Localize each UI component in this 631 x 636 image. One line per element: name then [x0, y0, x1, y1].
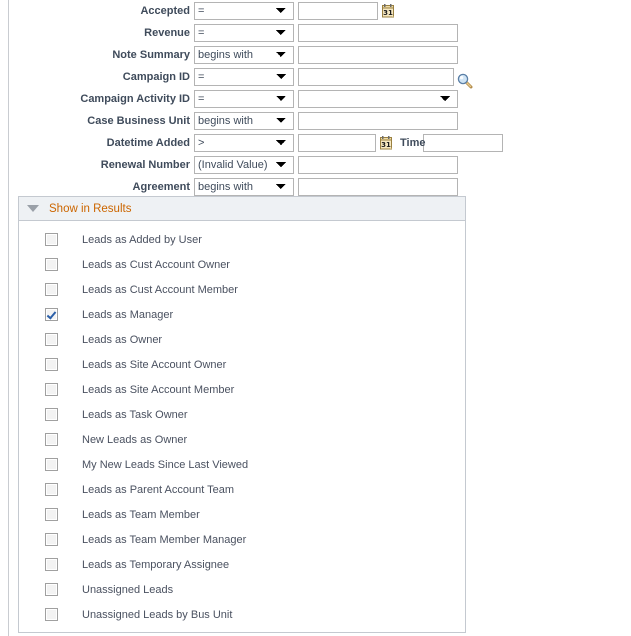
checkbox[interactable] — [45, 558, 58, 571]
checkbox-label: Leads as Team Member — [82, 508, 200, 521]
checkbox-label: Leads as Site Account Member — [82, 383, 235, 396]
checkbox-label: Leads as Cust Account Owner — [82, 258, 230, 271]
show-in-results-item[interactable]: Leads as Site Account Owner — [19, 352, 465, 377]
criteria-label: Agreement — [132, 181, 190, 193]
criteria-row: Agreement =not =>>=<<=begins withcontains… — [0, 176, 631, 198]
checkbox[interactable] — [45, 608, 58, 621]
checkbox[interactable] — [45, 408, 58, 421]
checkbox[interactable] — [45, 283, 58, 296]
checkbox-label: Leads as Manager — [82, 308, 174, 321]
checkbox-label: Leads as Task Owner — [82, 408, 188, 421]
magnifier-icon[interactable] — [457, 73, 473, 89]
criteria-label: Note Summary — [112, 49, 190, 61]
value-input-8[interactable] — [298, 178, 458, 196]
criteria-label: Campaign ID — [122, 71, 190, 83]
criteria-row: Accepted =not =>>=<<=begins withcontainsb… — [0, 0, 631, 22]
time-label: Time — [400, 137, 426, 149]
show-in-results-item[interactable]: Leads as Temporary Assignee — [19, 552, 465, 577]
value-select-4[interactable] — [298, 90, 458, 108]
checkbox-label: Leads as Temporary Assignee — [82, 558, 230, 571]
checkbox[interactable] — [45, 533, 58, 546]
checkbox-label: Unassigned Leads by Bus Unit — [82, 608, 233, 621]
checkbox[interactable] — [45, 258, 58, 271]
checkbox[interactable] — [45, 233, 58, 246]
calendar-icon[interactable]: 31 — [382, 4, 395, 18]
show-in-results-item[interactable]: Unassigned Leads by Bus Unit — [19, 602, 465, 627]
operator-select-0[interactable]: =not =>>=<<=begins withcontainsbetweenin… — [194, 2, 294, 20]
checkbox[interactable] — [45, 508, 58, 521]
checkbox[interactable] — [45, 358, 58, 371]
criteria-row: Note Summary =not =>>=<<=begins withconta… — [0, 44, 631, 66]
value-input-5[interactable] — [298, 112, 458, 130]
show-in-results-item[interactable]: Leads as Site Account Member — [19, 377, 465, 402]
operator-select-2[interactable]: =not =>>=<<=begins withcontainsbetweenin… — [194, 46, 294, 64]
operator-select-6[interactable]: =not =>>=<<=begins withcontainsbetweenin… — [194, 134, 294, 152]
show-in-results-item[interactable]: Unassigned Leads — [19, 577, 465, 602]
show-in-results-item[interactable]: Leads as Team Member — [19, 502, 465, 527]
show-in-results-item[interactable]: Leads as Added by User — [19, 227, 465, 252]
criteria-row: Renewal Number =not =>>=<<=begins withcon… — [0, 154, 631, 176]
criteria-label: Revenue — [144, 27, 190, 39]
svg-text:31: 31 — [383, 9, 393, 17]
criteria-label: Datetime Added — [106, 137, 190, 149]
checkbox-label: Leads as Cust Account Member — [82, 283, 238, 296]
checkbox-label: Leads as Parent Account Team — [82, 483, 235, 496]
checkbox[interactable] — [45, 583, 58, 596]
checkbox-checked[interactable] — [45, 308, 58, 321]
show-in-results-item[interactable]: Leads as Owner — [19, 327, 465, 352]
show-in-results-item[interactable]: Leads as Team Member Manager — [19, 527, 465, 552]
criteria-row: Datetime Added =not =>>=<<=begins withcon… — [0, 132, 631, 154]
operator-select-7[interactable]: =not =>>=<<=begins withcontainsbetweenin… — [194, 156, 294, 174]
checkbox-label: Leads as Team Member Manager — [82, 533, 247, 546]
checkbox[interactable] — [45, 383, 58, 396]
value-input-1[interactable] — [298, 24, 458, 42]
show-in-results-item[interactable]: Leads as Manager — [19, 302, 465, 327]
calendar-icon[interactable]: 31 — [380, 136, 393, 150]
criteria-label: Case Business Unit — [87, 115, 190, 127]
criteria-row: Campaign Activity ID =not =>>=<<=begins w… — [0, 88, 631, 110]
show-in-results-item[interactable]: New Leads as Owner — [19, 427, 465, 452]
show-in-results-list: Leads as Added by User Leads as Cust Acco… — [19, 221, 465, 632]
checkbox-label: Leads as Added by User — [82, 233, 202, 246]
checkbox-label: Leads as Site Account Owner — [82, 358, 227, 371]
value-input-3[interactable] — [298, 68, 454, 86]
show-in-results-item[interactable]: My New Leads Since Last Viewed — [19, 452, 465, 477]
time-input-6[interactable] — [423, 134, 504, 152]
show-in-results-title: Show in Results — [49, 202, 132, 215]
value-input-0[interactable] — [298, 2, 378, 20]
value-input-2[interactable] — [298, 46, 458, 64]
checkbox[interactable] — [45, 458, 58, 471]
checkbox[interactable] — [45, 433, 58, 446]
checkbox[interactable] — [45, 483, 58, 496]
show-in-results-item[interactable]: Leads as Cust Account Owner — [19, 252, 465, 277]
criteria-row: Campaign ID =not =>>=<<=begins withcontai… — [0, 66, 631, 89]
show-in-results-item[interactable]: Leads as Cust Account Member — [19, 277, 465, 302]
operator-select-1[interactable]: =not =>>=<<=begins withcontainsbetweenin… — [194, 24, 294, 42]
search-criteria-form: Accepted =not =>>=<<=begins withcontainsb… — [0, 0, 631, 198]
checkbox-label: Leads as Owner — [82, 333, 163, 346]
checkbox-label: Unassigned Leads — [82, 583, 174, 596]
operator-select-3[interactable]: =not =>>=<<=begins withcontainsbetweenin… — [194, 68, 294, 86]
operator-select-4[interactable]: =not =>>=<<=begins withcontainsbetweenin… — [194, 90, 294, 108]
criteria-label: Renewal Number — [100, 159, 190, 171]
checkbox-label: My New Leads Since Last Viewed — [82, 458, 249, 471]
caret-down-icon[interactable] — [27, 205, 39, 212]
criteria-row: Revenue =not =>>=<<=begins withcontainsbe… — [0, 22, 631, 44]
show-in-results-header[interactable]: Show in Results — [19, 197, 465, 221]
criteria-label: Campaign Activity ID — [80, 93, 190, 105]
checkbox-label: New Leads as Owner — [82, 433, 188, 446]
show-in-results-panel: Show in Results Leads as Added by User Le… — [18, 196, 466, 633]
show-in-results-item[interactable]: Leads as Task Owner — [19, 402, 465, 427]
value-input-7[interactable] — [298, 156, 458, 174]
checkbox[interactable] — [45, 333, 58, 346]
show-in-results-item[interactable]: Leads as Parent Account Team — [19, 477, 465, 502]
criteria-label: Accepted — [140, 5, 190, 17]
value-input-6[interactable] — [298, 134, 376, 152]
criteria-row: Case Business Unit =not =>>=<<=begins wit… — [0, 110, 631, 132]
svg-text:31: 31 — [381, 141, 391, 149]
operator-select-5[interactable]: =not =>>=<<=begins withcontainsbetweenin… — [194, 112, 294, 130]
operator-select-8[interactable]: =not =>>=<<=begins withcontainsbetweenin… — [194, 178, 294, 196]
